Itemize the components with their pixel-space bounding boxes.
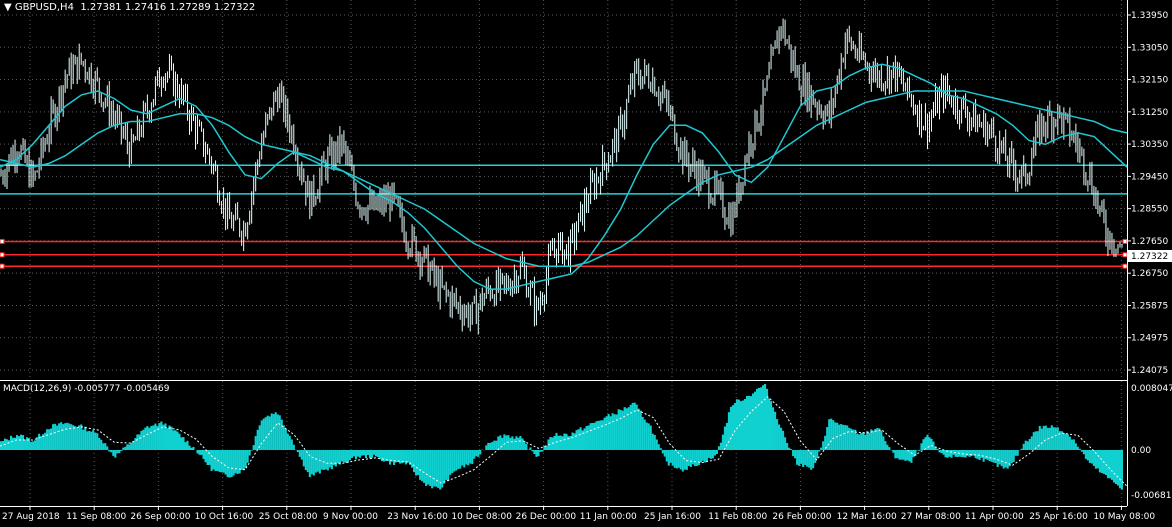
time-tick-label: 11 Apr 00:00: [965, 512, 1024, 522]
time-tick-label: 11 Feb 08:00: [708, 512, 767, 522]
time-tick-label: 10 Dec 08:00: [451, 512, 512, 522]
price-tick-label: 1.29450: [1131, 172, 1168, 182]
line-handle: [1122, 238, 1128, 244]
time-tick-label: 26 Feb 00:00: [772, 512, 831, 522]
price-tick-label: 1.32150: [1131, 76, 1168, 86]
time-tick-label: 11 Jan 00:00: [580, 512, 637, 522]
bar-icon: ▼: [4, 2, 15, 13]
price-tick-label: 1.33050: [1131, 43, 1168, 53]
current-price-value: 1.27322: [1131, 252, 1168, 262]
time-tick-label: 27 Mar 08:00: [901, 512, 961, 522]
price-tick-label: 1.26750: [1131, 269, 1168, 279]
macd-tick-label: 0.008047: [1131, 384, 1172, 394]
line-handle: [0, 252, 5, 258]
price-tick-label: 1.30350: [1131, 140, 1168, 150]
time-tick-label: 26 Sep 00:00: [130, 512, 190, 522]
line-handle: [0, 263, 5, 269]
macd-title: MACD(12,26,9) -0.005777 -0.005469: [3, 384, 170, 394]
price-tick-label: 1.27650: [1131, 237, 1168, 247]
price-tick-label: 1.24975: [1131, 334, 1168, 344]
time-tick-label: 25 Jan 16:00: [644, 512, 701, 522]
time-tick-label: 12 Mar 16:00: [837, 512, 897, 522]
ohlc-values: 1.27381 1.27416 1.27289 1.27322: [80, 2, 256, 13]
time-tick-label: 23 Nov 16:00: [387, 512, 448, 522]
trading-terminal: 1.33950 1.33050 1.32150 1.31250 1.30350 1.294…: [0, 0, 1172, 527]
line-handle: [0, 238, 5, 244]
time-tick-label: 11 Sep 08:00: [66, 512, 126, 522]
time-tick-label: 25 Apr 16:00: [1029, 512, 1088, 522]
line-handle: [1122, 263, 1128, 269]
price-tick-label: 1.33950: [1131, 11, 1168, 21]
time-tick-label: 26 Dec 00:00: [516, 512, 577, 522]
current-price-badge: 1.27322: [1128, 250, 1172, 262]
time-tick-label: 25 Oct 08:00: [259, 512, 318, 522]
price-tick-label: 1.28550: [1131, 205, 1168, 215]
price-tick-label: 1.24075: [1131, 366, 1168, 376]
time-tick-label: 27 Aug 2018: [2, 512, 60, 522]
time-tick-label: 10 Oct 16:00: [195, 512, 254, 522]
price-tick-label: 1.31250: [1131, 108, 1168, 118]
time-tick-label: 9 Nov 00:00: [323, 512, 378, 522]
line-handle: [1122, 252, 1128, 258]
symbol-label: GBPUSD,H4: [14, 2, 74, 13]
chart-header: ▼ GBPUSD,H4 1.27381 1.27416 1.27289 1.27…: [4, 2, 255, 13]
price-tick-label: 1.25875: [1131, 301, 1168, 311]
macd-tick-label: -0.006819: [1131, 491, 1172, 501]
macd-tick-label: 0.00: [1131, 446, 1151, 456]
time-tick-label: 10 May 08:00: [1093, 512, 1155, 522]
